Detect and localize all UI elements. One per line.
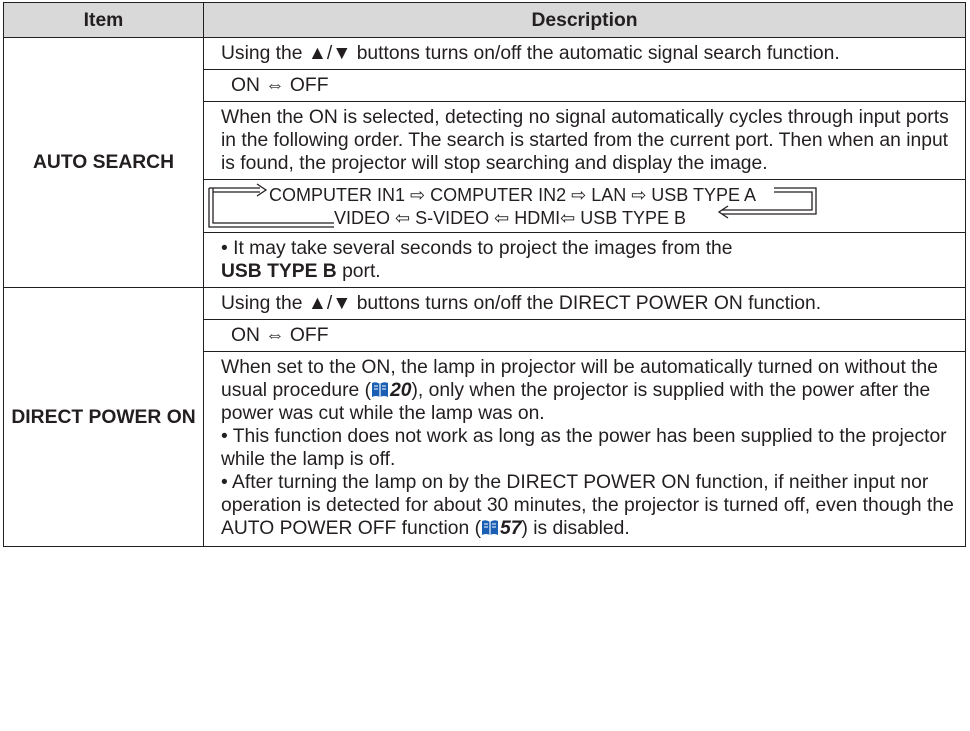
- direct-power-p1: Using the ▲/▼ buttons turns on/off the D…: [221, 293, 822, 314]
- input-cycle-diagram: COMPUTER IN1 ⇨ COMPUTER IN2 ⇨ LAN ⇨ USB …: [204, 180, 965, 233]
- direct-power-toggle: ON ⇔ OFF: [204, 320, 965, 352]
- page-ref-57[interactable]: 57: [500, 518, 521, 539]
- note-suffix: port.: [336, 261, 381, 282]
- header-description: Description: [203, 2, 966, 38]
- direct-power-note1: • This function does not work as long as…: [221, 426, 947, 470]
- cycle-top-sequence: COMPUTER IN1 ⇨ COMPUTER IN2 ⇨ LAN ⇨ USB …: [269, 185, 757, 205]
- auto-search-detail: When the ON is selected, detecting no si…: [204, 102, 965, 180]
- table-row: AUTO SEARCH Using the ▲/▼ buttons turns …: [3, 37, 966, 288]
- page-ref-20[interactable]: 20: [390, 380, 411, 401]
- settings-table: Item Description AUTO SEARCH Using the ▲…: [3, 2, 966, 547]
- book-icon[interactable]: [481, 519, 499, 536]
- table-row: DIRECT POWER ON Using the ▲/▼ buttons tu…: [3, 287, 966, 547]
- auto-search-p1: Using the ▲/▼ buttons turns on/off the a…: [221, 43, 840, 64]
- auto-search-note: • It may take several seconds to project…: [204, 233, 965, 287]
- description-direct-power-on: Using the ▲/▼ buttons turns on/off the D…: [203, 287, 966, 547]
- toggle-on-off: ON ⇔ OFF: [231, 75, 329, 96]
- table-header-row: Item Description: [3, 2, 966, 38]
- auto-search-intro: Using the ▲/▼ buttons turns on/off the a…: [204, 38, 965, 70]
- note-text: • It may take several seconds to project…: [221, 238, 733, 259]
- auto-search-toggle: ON ⇔ OFF: [204, 70, 965, 102]
- book-icon[interactable]: [371, 381, 389, 398]
- header-item: Item: [3, 2, 204, 38]
- note-bold-port: USB TYPE B: [221, 261, 337, 282]
- item-direct-power-on: DIRECT POWER ON: [3, 287, 204, 547]
- auto-search-p2: When the ON is selected, detecting no si…: [221, 107, 949, 174]
- toggle-on-off: ON ⇔ OFF: [231, 325, 329, 346]
- description-auto-search: Using the ▲/▼ buttons turns on/off the a…: [203, 37, 966, 288]
- direct-power-detail: When set to the ON, the lamp in projecto…: [221, 357, 954, 539]
- cycle-bottom-sequence: VIDEO ⇦ S-VIDEO ⇦ HDMI⇦ USB TYPE B: [334, 208, 686, 228]
- item-auto-search: AUTO SEARCH: [3, 37, 204, 288]
- direct-power-intro: Using the ▲/▼ buttons turns on/off the D…: [204, 288, 965, 320]
